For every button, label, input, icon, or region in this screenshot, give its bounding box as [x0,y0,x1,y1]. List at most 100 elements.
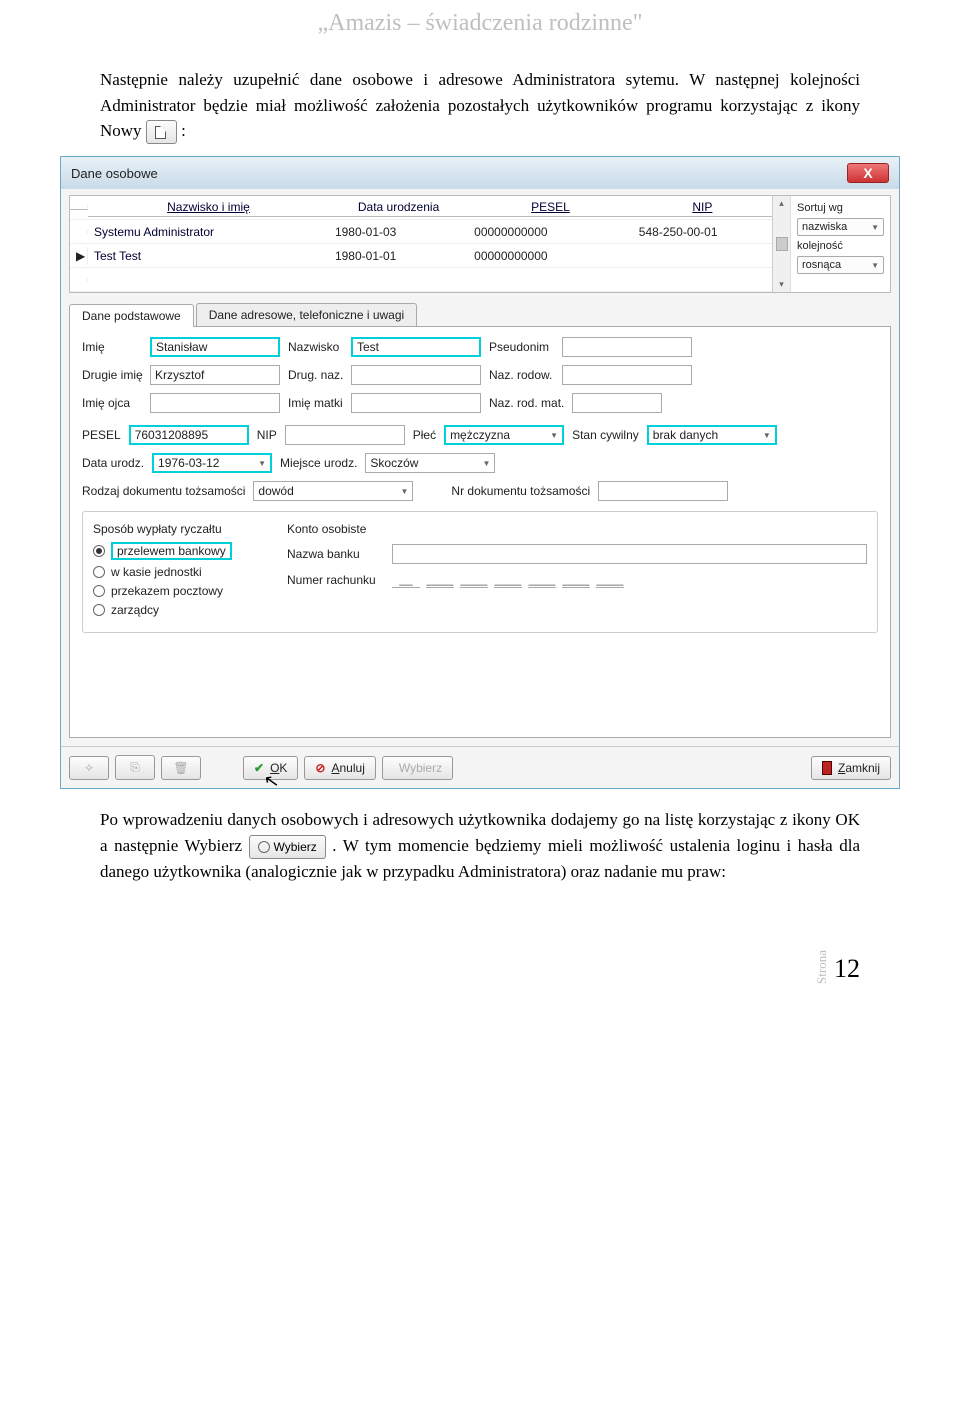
select-rodzaj-dok[interactable]: dowód▼ [253,481,413,501]
form-panel: Imię Stanisław Nazwisko Test Pseudonim D… [69,326,891,738]
select-stan-cywilny[interactable]: brak danych▼ [647,425,777,445]
row-marker [70,230,88,234]
input-pseudonim[interactable] [562,337,692,357]
input-pesel[interactable]: 76031208895 [129,425,249,445]
label-drug-naz: Drug. naz. [288,368,343,382]
sort-field-combo[interactable]: nazwiska▼ [797,218,884,236]
input-miejsce-urodz[interactable]: Skoczów▼ [365,453,495,473]
page-number: 12 [834,954,860,983]
input-nazwisko[interactable]: Test [351,337,481,357]
label-imie-matki: Imię matki [288,396,343,410]
cell-pesel: 00000000000 [468,247,633,265]
row-marker: ▶ [70,247,88,265]
sort-label: Sortuj wg [797,202,884,214]
label-bank: Nazwa banku [287,547,382,561]
input-imie-matki[interactable] [351,393,481,413]
sort-order-combo[interactable]: rosnąca▼ [797,256,884,274]
chevron-down-icon: ▼ [401,487,409,496]
cell-nip [633,254,772,258]
ok-button[interactable]: ✔ OK ↖ [243,756,298,780]
persons-grid: Nazwisko i imię Data urodzenia PESEL NIP… [69,195,891,293]
sort-panel: Sortuj wg nazwiska▼ kolejność rosnąca▼ [790,196,890,292]
close-button[interactable]: X [847,163,889,183]
cancel-button[interactable]: ⊘ Anuluj [304,756,375,780]
scroll-up-icon[interactable]: ▴ [779,198,784,209]
titlebar: Dane osobowe X [61,157,899,189]
tabs: Dane podstawowe Dane adresowe, telefonic… [69,303,891,326]
radio-icon [93,566,105,578]
input-account-number[interactable]: __________________________ [392,572,624,588]
radio-icon [93,545,105,557]
label-imie: Imię [82,340,142,354]
chevron-down-icon: ▼ [258,459,266,468]
intro-paragraph: Następnie należy uzupełnić dane osobowe … [0,67,960,144]
col-dob[interactable]: Data urodzenia [329,198,468,217]
input-bank[interactable] [392,544,867,564]
close-button-bottom[interactable]: Zamknij [811,756,891,780]
input-naz-rod-mat[interactable] [572,393,662,413]
trash-icon: 🗑 [173,761,188,775]
page-label: Strona [814,950,830,984]
payment-title: Sposób wypłaty ryczałtu [93,522,263,536]
cancel-icon: ⊘ [315,761,325,775]
label-pesel: PESEL [82,428,121,442]
radio-icon [93,604,105,616]
payment-opt-manager[interactable]: zarządcy [93,603,263,617]
bottom-toolbar: ✧ ⎘ 🗑 ✔ OK ↖ ⊘ Anuluj Wybierz Zamknij [61,746,899,788]
payment-block: Sposób wypłaty ryczałtu przelewem bankow… [82,511,878,633]
chevron-down-icon: ▼ [871,261,879,270]
table-row [70,268,772,292]
door-icon [822,761,832,775]
tab-address-data[interactable]: Dane adresowe, telefoniczne i uwagi [196,303,417,326]
col-name[interactable]: Nazwisko i imię [167,200,250,214]
label-miejsce-urodz: Miejsce urodz. [280,456,357,470]
radio-icon [93,585,105,597]
input-drugie-imie[interactable]: Krzysztof [150,365,280,385]
wybierz-inline-button: Wybierz [249,835,326,859]
label-data-urodz: Data urodz. [82,456,144,470]
window-title: Dane osobowe [71,166,158,181]
select-button[interactable]: Wybierz [382,756,453,780]
delete-button[interactable]: 🗑 [161,756,201,780]
cell-dob: 1980-01-03 [329,223,468,241]
table-row[interactable]: Systemu Administrator 1980-01-03 0000000… [70,220,772,244]
label-drugie-imie: Drugie imię [82,368,142,382]
input-nr-dok[interactable] [598,481,728,501]
chevron-down-icon: ▼ [763,431,771,440]
cell-name: Systemu Administrator [88,223,329,241]
payment-opt-postal[interactable]: przekazem pocztowy [93,584,263,598]
input-imie-ojca[interactable] [150,393,280,413]
input-nip[interactable] [285,425,405,445]
col-nip[interactable]: NIP [692,200,712,214]
chevron-down-icon: ▼ [871,223,879,232]
outro-paragraph: Po wprowadzeniu danych osobowych i adres… [0,807,960,884]
label-naz-rodow: Naz. rodow. [489,368,554,382]
label-rachunek: Numer rachunku [287,573,382,587]
select-plec[interactable]: mężczyzna▼ [444,425,564,445]
copy-button[interactable]: ⎘ [115,755,155,780]
new-icon-button [146,120,177,144]
scroll-thumb[interactable] [776,237,788,251]
label-rodzaj-dok: Rodzaj dokumentu tożsamości [82,484,245,498]
cell-dob: 1980-01-01 [329,247,468,265]
new-button[interactable]: ✧ [69,756,109,780]
label-imie-ojca: Imię ojca [82,396,142,410]
scrollbar[interactable]: ▴ ▾ [772,196,790,292]
col-pesel[interactable]: PESEL [531,200,570,214]
tab-basic-data[interactable]: Dane podstawowe [69,304,194,327]
input-naz-rodow[interactable] [562,365,692,385]
label-konto: Konto osobiste [287,522,366,536]
table-row[interactable]: ▶ Test Test 1980-01-01 00000000000 [70,244,772,268]
cell-nip: 548-250-00-01 [633,223,772,241]
payment-opt-transfer[interactable]: przelewem bankowy [93,542,263,560]
document-icon [155,126,166,139]
cell-name: Test Test [88,247,329,265]
input-data-urodz[interactable]: 1976-03-12▼ [152,453,272,473]
input-drug-naz[interactable] [351,365,481,385]
payment-opt-cash[interactable]: w kasie jednostki [93,565,263,579]
input-imie[interactable]: Stanisław [150,337,280,357]
intro-text: Następnie należy uzupełnić dane osobowe … [100,70,860,140]
document-header: „Amazis – świadczenia rodzinne" [0,0,960,67]
scroll-down-icon[interactable]: ▾ [779,279,784,290]
dialog-window: Dane osobowe X Nazwisko i imię Data urod… [60,156,900,789]
